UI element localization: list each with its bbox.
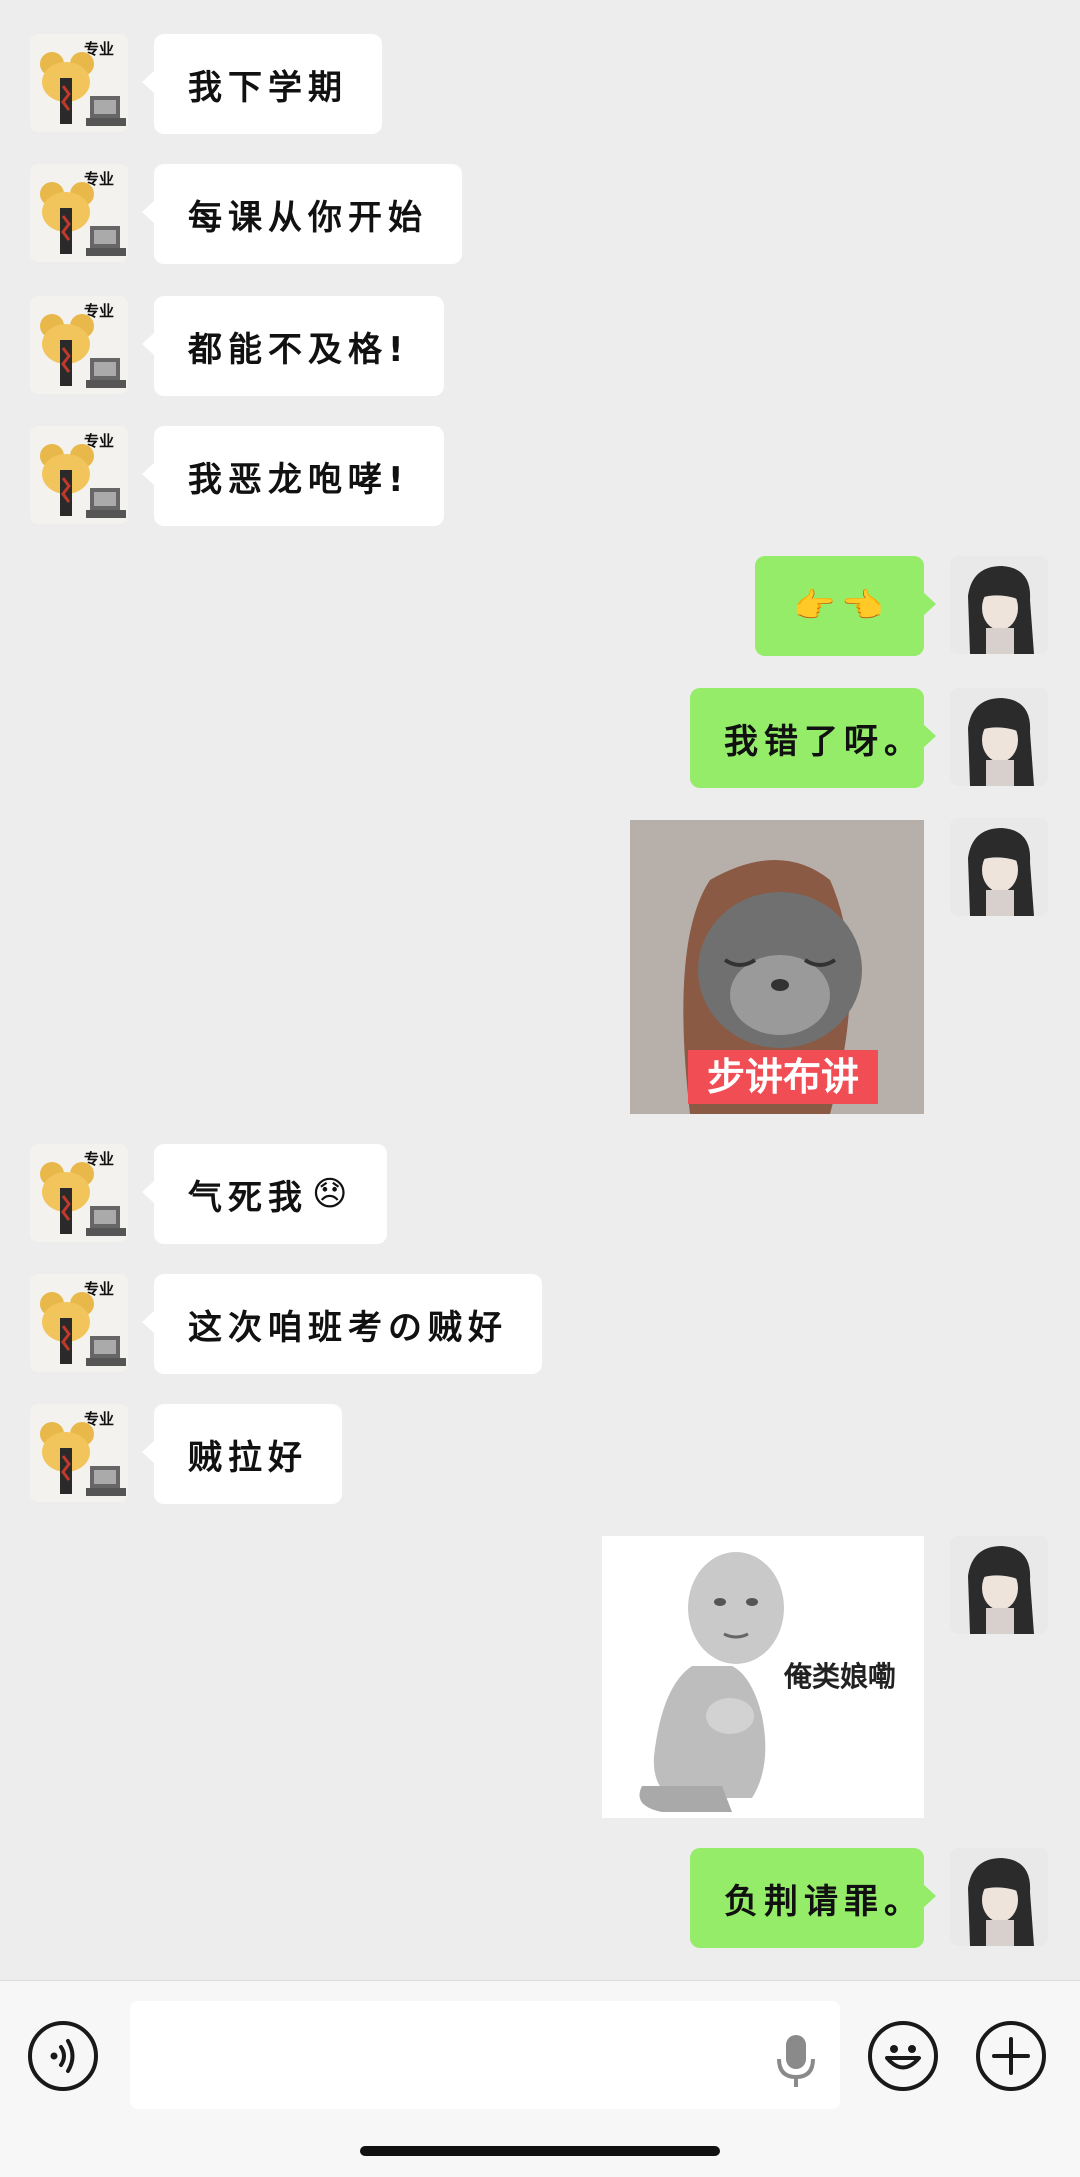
message-text: 贼拉好 bbox=[188, 1437, 308, 1478]
received-message[interactable]: 这次咱班考の贼好 bbox=[142, 1274, 542, 1374]
voice-icon bbox=[50, 2039, 75, 2073]
avatar-caption: 专业 bbox=[84, 1280, 114, 1298]
sad-face-emoji: 😞 bbox=[312, 1174, 354, 1214]
cat-sticker[interactable]: 步讲布讲 bbox=[630, 820, 924, 1114]
home-indicator[interactable] bbox=[360, 2146, 720, 2156]
received-message[interactable]: 我恶龙咆哮! bbox=[142, 426, 444, 526]
contact-avatar[interactable]: 专业 bbox=[30, 296, 128, 394]
sent-message[interactable]: 我错了呀。 bbox=[690, 688, 936, 788]
sticker-caption: 俺类娘嘞 bbox=[783, 1660, 896, 1693]
my-avatar[interactable] bbox=[950, 818, 1048, 916]
my-avatar[interactable] bbox=[950, 556, 1048, 654]
received-message[interactable]: 每课从你开始 bbox=[142, 164, 462, 264]
message-text: 气死我 bbox=[188, 1177, 308, 1218]
sent-message[interactable]: 👉👈 bbox=[755, 556, 936, 656]
contact-avatar[interactable]: 专业 bbox=[30, 426, 128, 524]
message-text: 都能不及格! bbox=[188, 329, 410, 370]
microphone-button[interactable] bbox=[774, 2033, 818, 2091]
avatar-caption: 专业 bbox=[84, 1410, 114, 1428]
emoji-button[interactable] bbox=[868, 2021, 938, 2091]
contact-avatar[interactable]: 专业 bbox=[30, 34, 128, 132]
message-input[interactable] bbox=[130, 2001, 840, 2109]
message-text: 这次咱班考の贼好 bbox=[188, 1307, 508, 1348]
avatar-caption: 专业 bbox=[84, 432, 114, 450]
my-avatar[interactable] bbox=[950, 1848, 1048, 1946]
avatar-caption: 专业 bbox=[84, 1150, 114, 1168]
chat-area[interactable]: 专业 我下学期 专业 每课从你开始 专业 都能不及格! 专业 我恶龙咆哮! 👉👈… bbox=[0, 0, 1080, 1980]
microphone-icon bbox=[777, 2035, 815, 2087]
my-avatar[interactable] bbox=[950, 1536, 1048, 1634]
message-text: 我下学期 bbox=[188, 67, 348, 108]
message-text: 每课从你开始 bbox=[188, 197, 428, 238]
received-message[interactable]: 气死我 😞 bbox=[141, 1144, 388, 1244]
more-button[interactable] bbox=[976, 2021, 1046, 2091]
received-message[interactable]: 我下学期 bbox=[142, 34, 382, 134]
message-emoji: 👉👈 bbox=[793, 586, 890, 626]
contact-avatar[interactable]: 专业 bbox=[30, 164, 128, 262]
contact-avatar[interactable]: 专业 bbox=[30, 1404, 128, 1502]
avatar-caption: 专业 bbox=[84, 170, 114, 188]
received-message[interactable]: 都能不及格! bbox=[142, 296, 444, 396]
avatar-caption: 专业 bbox=[84, 40, 114, 58]
received-message[interactable]: 贼拉好 bbox=[142, 1404, 342, 1504]
sent-message[interactable]: 负荆请罪。 bbox=[690, 1848, 936, 1948]
contact-avatar[interactable]: 专业 bbox=[30, 1144, 128, 1242]
emoji-icon bbox=[885, 2045, 921, 2070]
message-text: 负荆请罪。 bbox=[724, 1881, 924, 1922]
avatar-caption: 专业 bbox=[84, 302, 114, 320]
voice-toggle-button[interactable] bbox=[28, 2021, 98, 2091]
message-text: 我恶龙咆哮! bbox=[188, 459, 410, 500]
my-avatar[interactable] bbox=[950, 688, 1048, 786]
kneeling-figure-sticker[interactable]: 俺类娘嘞 bbox=[602, 1536, 924, 1818]
sticker-caption: 步讲布讲 bbox=[707, 1055, 859, 1099]
contact-avatar[interactable]: 专业 bbox=[30, 1274, 128, 1372]
plus-icon bbox=[992, 2037, 1030, 2075]
message-text: 我错了呀。 bbox=[724, 721, 924, 762]
